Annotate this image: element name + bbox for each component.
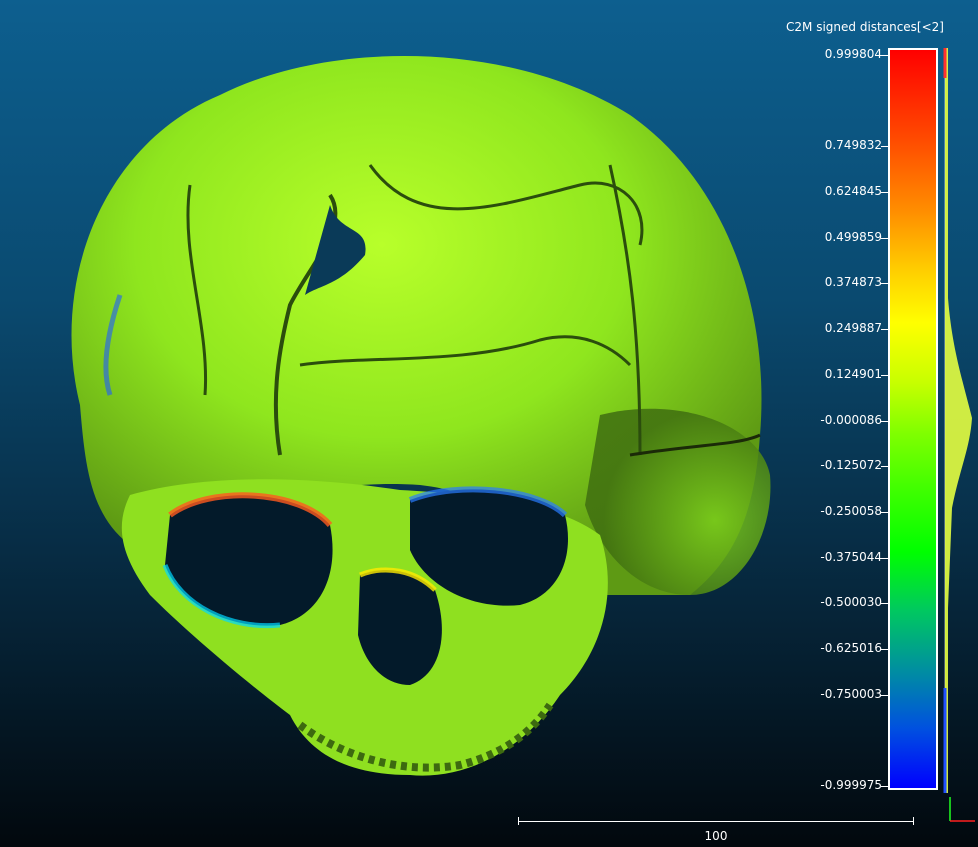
- color-scale-tick-label: -0.625016: [820, 640, 882, 655]
- scale-bar-line: [518, 821, 914, 822]
- color-scale-tick-label: 0.249887: [824, 321, 882, 336]
- scalar-field-title: C2M signed distances[<2]: [786, 20, 944, 34]
- color-scale-tick-mark: [881, 146, 888, 148]
- histogram-icon: [943, 48, 972, 793]
- color-scale-tick-label: -0.000086: [820, 412, 882, 427]
- color-scale-tick-mark: [881, 192, 888, 194]
- color-scale-tick-mark: [881, 786, 888, 787]
- 3d-viewport[interactable]: C2M signed distances[<2] 0.999804 0.74983…: [0, 0, 978, 847]
- color-scale-tick-label: -0.375044: [820, 549, 882, 564]
- color-scale-tick-label: -0.125072: [820, 458, 882, 473]
- color-scale-bar: [888, 48, 938, 790]
- scale-bar-label: 100: [704, 829, 728, 843]
- color-scale-tick-label: -0.250058: [820, 503, 882, 518]
- color-scale-tick-mark: [881, 329, 888, 331]
- color-scale-tick-mark: [881, 603, 888, 605]
- color-scale-tick-mark: [881, 466, 888, 468]
- color-scale-tick-mark: [881, 557, 888, 559]
- color-scale-tick-mark: [881, 283, 888, 285]
- color-scale-tick-mark: [881, 648, 888, 650]
- color-scale-tick-mark: [881, 55, 888, 56]
- color-scale-tick-label: -0.750003: [820, 686, 882, 701]
- skull-mesh-icon[interactable]: [40, 35, 790, 785]
- axis-orientation-icon: [949, 797, 975, 822]
- color-scale-tick-label: 0.374873: [824, 275, 882, 290]
- color-scale-tick-label: 0.999804: [824, 47, 882, 61]
- color-scale-tick-mark: [881, 694, 888, 696]
- color-scale-tick-label: 0.499859: [824, 229, 882, 244]
- color-scale-tick-mark: [881, 511, 888, 513]
- scale-bar-right-cap: [913, 817, 914, 825]
- color-scale-tick-mark: [881, 374, 888, 376]
- color-scale-tick-mark: [881, 420, 888, 422]
- color-scale-tick-label: -0.500030: [820, 595, 882, 610]
- color-scale-tick-label: 0.624845: [824, 184, 882, 199]
- color-scale-tick-label: 0.124901: [824, 366, 882, 381]
- color-scale-tick-label: 0.749832: [824, 138, 882, 153]
- color-scale-tick-label: -0.999975: [820, 778, 882, 792]
- color-scale-tick-mark: [881, 237, 888, 239]
- scale-bar-left-cap: [518, 817, 519, 825]
